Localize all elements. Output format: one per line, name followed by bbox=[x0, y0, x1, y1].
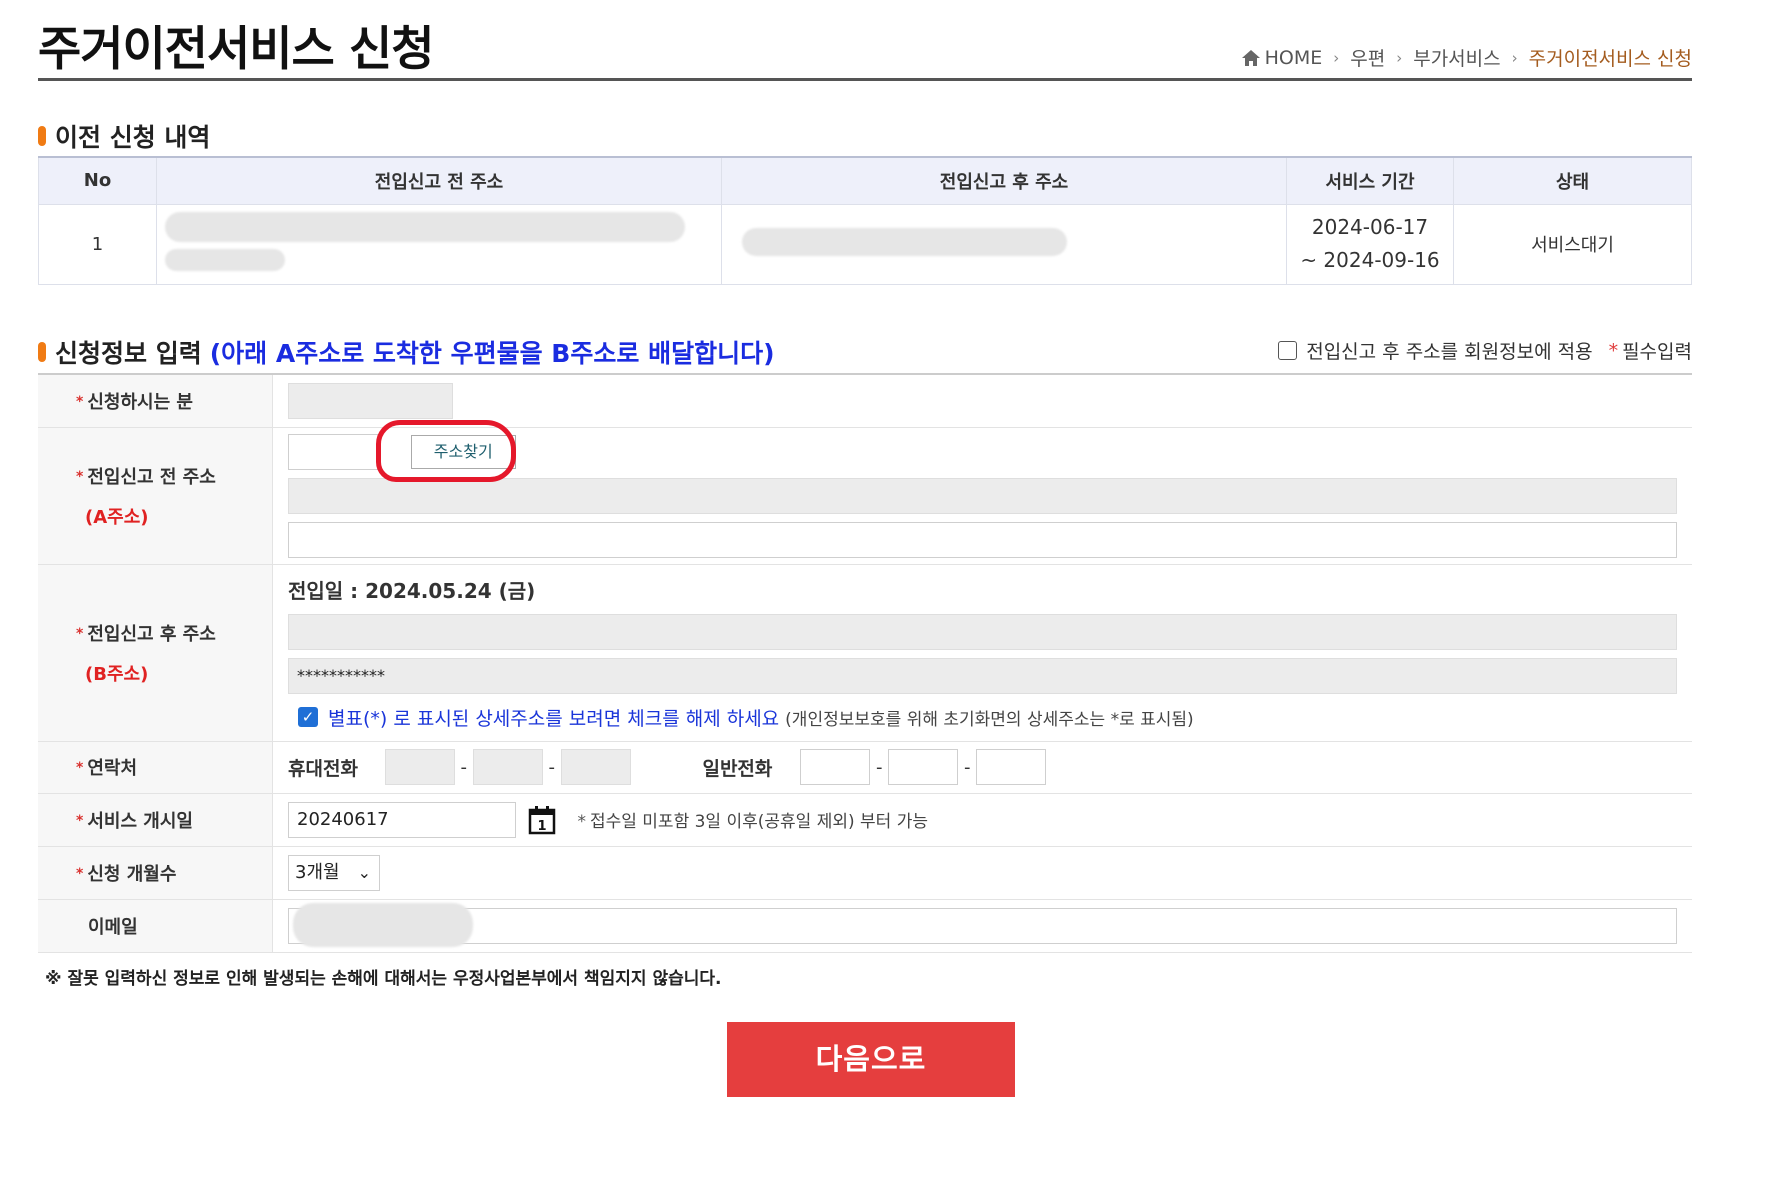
mobile-part3-field[interactable] bbox=[560, 749, 631, 785]
next-button[interactable]: 다음으로 bbox=[727, 1022, 1015, 1097]
mask-detail-checkbox[interactable]: ✓ bbox=[298, 707, 318, 727]
col-service-period: 서비스 기간 bbox=[1286, 156, 1454, 205]
required-label: 필수입력 bbox=[1622, 341, 1692, 363]
row-before-address: * 전입신고 전 주소 (A주소) 주소찾기 bbox=[38, 419, 1692, 565]
annotation-circle bbox=[375, 419, 516, 482]
calendar-icon[interactable]: 1 bbox=[528, 805, 556, 835]
breadcrumb-current: 주거이전서비스 신청 bbox=[1528, 48, 1692, 70]
page-title: 주거이전서비스 신청 bbox=[38, 22, 435, 77]
email-redacted bbox=[293, 902, 473, 947]
months-label: 신청 개월수 bbox=[87, 863, 177, 885]
after-address-label: 전입신고 후 주소 bbox=[87, 623, 216, 645]
row-after-address: * 전입신고 후 주소 (B주소) 전입일 : 2024.05.24 (금) **… bbox=[38, 564, 1692, 742]
row-email: 이메일 bbox=[38, 899, 1692, 953]
mobile-label: 휴대전화 bbox=[288, 757, 358, 780]
breadcrumb-home[interactable]: HOME bbox=[1241, 47, 1322, 69]
col-before-address: 전입신고 전 주소 bbox=[156, 156, 722, 205]
after-address-field[interactable] bbox=[288, 613, 1677, 650]
history-section-title: 이전 신청 내역 bbox=[38, 118, 210, 154]
chevron-right-icon: › bbox=[1333, 48, 1340, 67]
applicant-name-field[interactable] bbox=[288, 382, 453, 419]
phone-part2-field[interactable] bbox=[888, 749, 959, 785]
phone-label: 일반전화 bbox=[702, 757, 773, 780]
apply-member-info-label: 전입신고 후 주소를 회원정보에 적용 bbox=[1306, 341, 1593, 363]
chevron-down-icon: ⌄ bbox=[357, 862, 371, 882]
row-after-address-redacted bbox=[721, 203, 1287, 285]
col-no: No bbox=[38, 156, 157, 205]
history-table: No 전입신고 전 주소 전입신고 후 주소 서비스 기간 상태 1 2024-… bbox=[38, 156, 1692, 285]
col-status: 상태 bbox=[1453, 156, 1692, 205]
after-address-sub: (B주소) bbox=[85, 663, 149, 685]
row-applicant: * 신청하시는 분 bbox=[38, 373, 1692, 428]
col-after-address: 전입신고 후 주소 bbox=[721, 156, 1287, 205]
phone-part1-field[interactable] bbox=[800, 749, 871, 785]
move-in-date: 전입일 : 2024.05.24 (금) bbox=[288, 578, 536, 603]
home-icon bbox=[1241, 49, 1260, 66]
disclaimer: ※ 잘못 입력하신 정보로 인해 발생되는 손해에 대해서는 우정사업본부에서 … bbox=[45, 969, 722, 989]
chevron-right-icon: › bbox=[1396, 48, 1403, 67]
breadcrumb-post[interactable]: 우편 bbox=[1350, 44, 1385, 71]
chevron-right-icon: › bbox=[1511, 48, 1518, 67]
before-zipcode-field[interactable] bbox=[288, 433, 379, 470]
mask-detail-label: 별표(*) 로 표시된 상세주소를 보려면 체크를 해제 하세요 bbox=[328, 707, 780, 730]
form-section-title: 신청정보 입력 (아래 A주소로 도착한 우편물을 B주소로 배달합니다) bbox=[38, 334, 775, 370]
start-date-field[interactable]: 20240617 bbox=[288, 801, 516, 838]
apply-member-info-option: 전입신고 후 주소를 회원정보에 적용 * 필수입력 bbox=[1278, 337, 1692, 364]
before-address-field[interactable] bbox=[288, 477, 1677, 514]
apply-member-info-checkbox[interactable] bbox=[1278, 341, 1298, 360]
section-bullet-icon bbox=[38, 126, 46, 146]
mask-detail-note: (개인정보보호를 위해 초기화면의 상세주소는 *로 표시됨) bbox=[785, 709, 1194, 730]
header-divider bbox=[38, 78, 1692, 81]
form-title-note: (아래 A주소로 도착한 우편물을 B주소로 배달합니다) bbox=[209, 339, 775, 368]
row-status: 서비스대기 bbox=[1453, 203, 1692, 285]
row-period: 2024-06-17 ~ 2024-09-16 bbox=[1286, 203, 1454, 285]
before-address-sub: (A주소) bbox=[85, 506, 149, 528]
breadcrumb-addon-service[interactable]: 부가서비스 bbox=[1413, 44, 1500, 71]
find-address-button[interactable]: 주소찾기 bbox=[375, 419, 516, 482]
section-bullet-icon bbox=[38, 342, 46, 362]
row-months: * 신청 개월수 3개월 ⌄ bbox=[38, 846, 1692, 900]
breadcrumb: HOME › 우편 › 부가서비스 › 주거이전서비스 신청 bbox=[1241, 44, 1692, 71]
svg-text:1: 1 bbox=[537, 819, 546, 834]
applicant-label: 신청하시는 분 bbox=[87, 391, 193, 413]
application-form: * 신청하시는 분 * 전입신고 전 주소 (A주소) 주소찾기 * 전입신고 후 주… bbox=[38, 373, 1692, 953]
mobile-part1-field[interactable] bbox=[384, 749, 455, 785]
after-address-detail-field[interactable]: *********** bbox=[288, 657, 1677, 694]
email-label: 이메일 bbox=[88, 916, 138, 938]
start-date-label: 서비스 개시일 bbox=[87, 810, 193, 832]
history-header-row: No 전입신고 전 주소 전입신고 후 주소 서비스 기간 상태 bbox=[38, 156, 1692, 205]
required-mark: * bbox=[1608, 339, 1619, 362]
phone-part3-field[interactable] bbox=[976, 749, 1047, 785]
row-no: 1 bbox=[38, 203, 157, 285]
contact-label: 연락처 bbox=[87, 758, 138, 779]
table-row: 1 2024-06-17 ~ 2024-09-16 서비스대기 bbox=[38, 203, 1692, 285]
mobile-part2-field[interactable] bbox=[472, 749, 543, 785]
email-field[interactable] bbox=[288, 902, 1677, 947]
row-before-address-redacted bbox=[156, 203, 722, 285]
before-address-label: 전입신고 전 주소 bbox=[87, 466, 216, 488]
row-service-start: * 서비스 개시일 20240617 1 * 접수일 미포함 3일 이후(공휴일 제… bbox=[38, 793, 1692, 847]
mask-detail-option: ✓ 별표(*) 로 표시된 상세주소를 보려면 체크를 해제 하세요 (개인정보… bbox=[288, 704, 1677, 731]
row-contact: * 연락처 휴대전화 -- 일반전화 -- bbox=[38, 741, 1692, 794]
months-select[interactable]: 3개월 ⌄ bbox=[288, 854, 380, 891]
start-date-hint: * 접수일 미포함 3일 이후(공휴일 제외) 부터 가능 bbox=[577, 812, 928, 832]
before-address-detail-field[interactable] bbox=[288, 521, 1677, 558]
